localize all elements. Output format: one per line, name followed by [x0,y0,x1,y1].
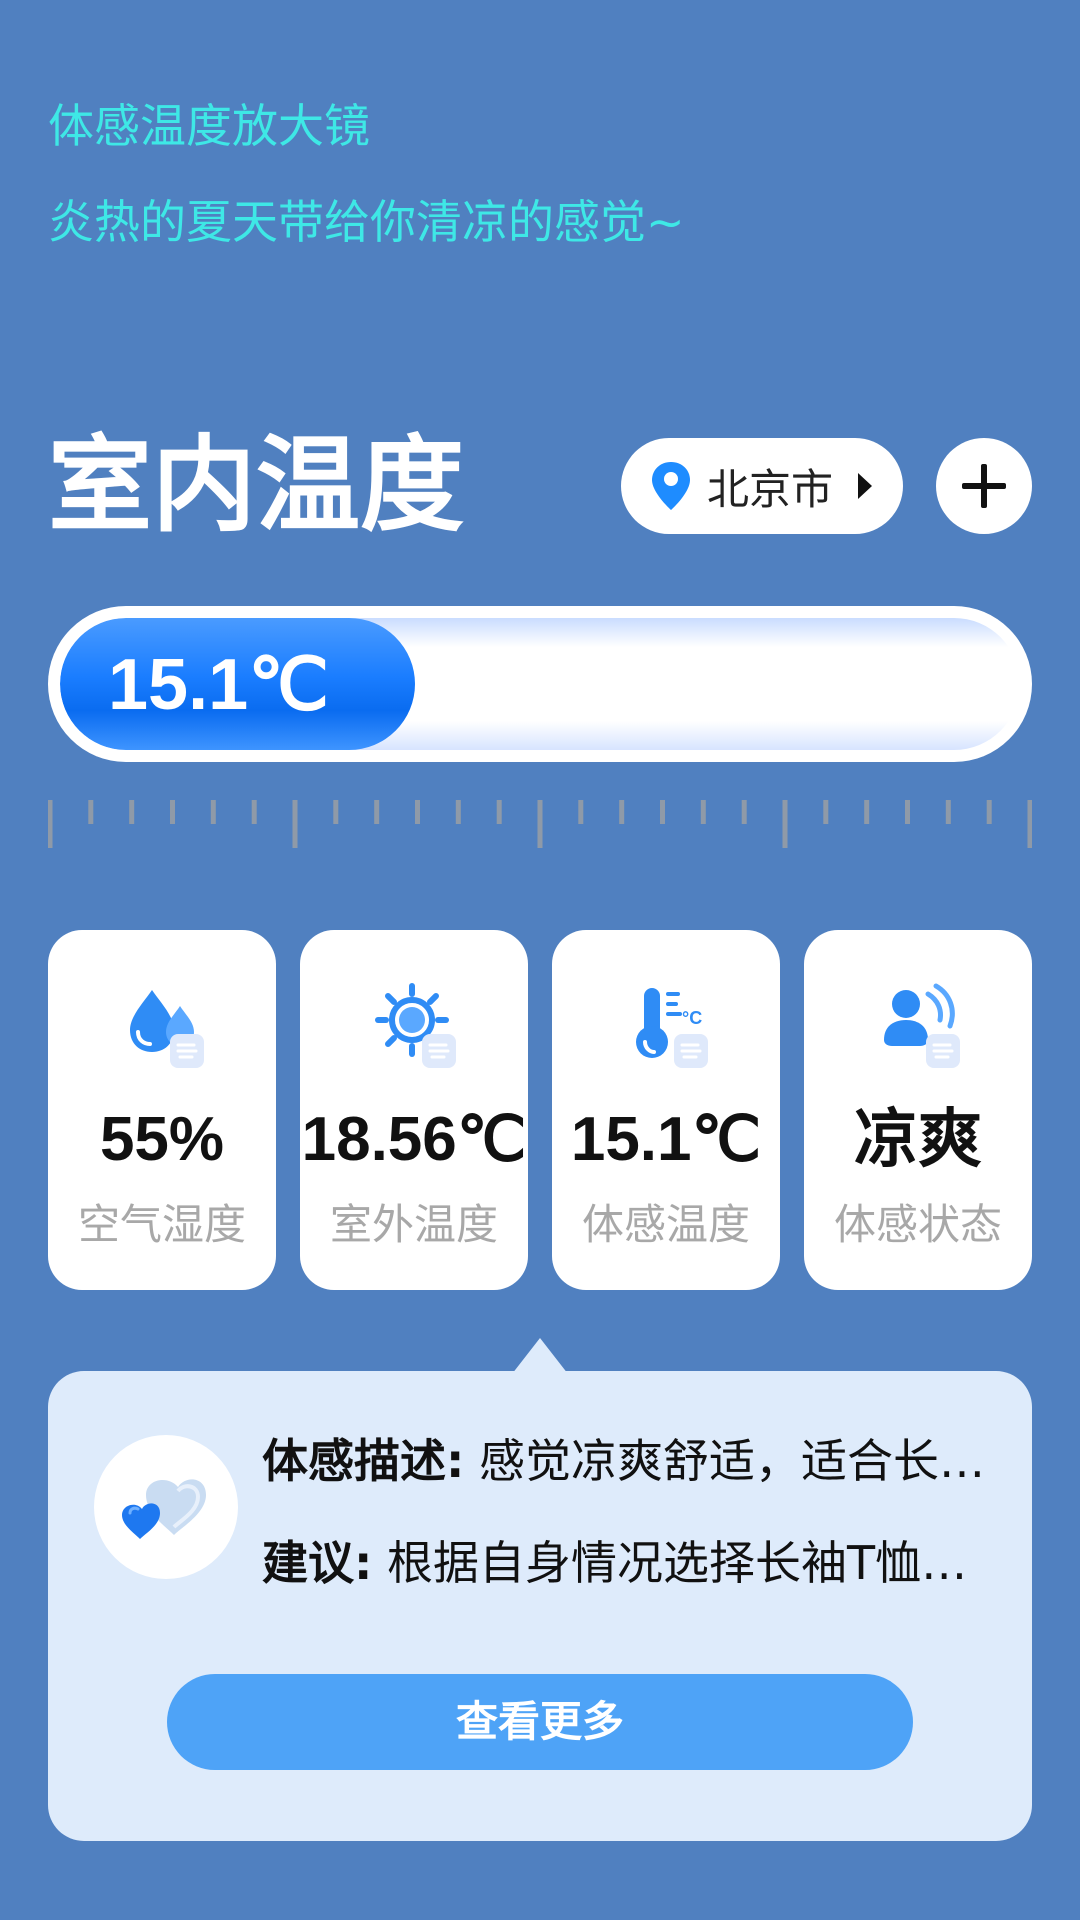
stat-value: 18.56℃ [301,1105,527,1174]
caret-right-icon [858,473,873,499]
advice-avatar [94,1435,238,1579]
humidity-drop-icon [122,982,208,1068]
ruler-minor-tick [660,800,665,824]
suggestion-text: 根据自身情况选择长袖T恤或薄外套 [387,1536,1002,1590]
temperature-track: 15.1℃ [60,618,1020,750]
temperature-ruler [48,800,1032,852]
city-selector[interactable]: 北京市 [621,438,903,534]
ruler-minor-tick [374,800,380,824]
ruler-minor-tick [864,800,870,824]
hero-title: 体感温度放大镜 [48,99,370,153]
ruler-minor-tick [986,800,992,824]
location-pin-icon [652,462,690,510]
stat-label: 空气湿度 [77,1200,246,1249]
ruler-minor-tick [333,800,339,824]
ruler-minor-tick [129,800,135,824]
ruler-minor-tick [619,800,625,824]
ruler-major-tick [782,800,788,848]
stat-value: 15.1℃ [570,1105,762,1174]
thermometer-icon: °C [626,982,712,1068]
city-name: 北京市 [707,464,834,514]
ruler-minor-tick [415,800,420,824]
hearts-icon [122,1479,206,1539]
ruler-minor-tick [251,800,257,824]
temperature-value: 15.1℃ [108,645,329,725]
stat-card-feel-state: 凉爽 体感状态 [804,930,1032,1290]
advice-card: 体感描述: 感觉凉爽舒适，适合长时间外出活动 建议: 根据自身情况选择长袖T恤或… [48,1371,1032,1841]
ruler-major-tick [292,800,298,848]
svg-text:°C: °C [682,1008,702,1028]
add-button[interactable] [936,438,1032,534]
stat-value: 凉爽 [854,1103,982,1177]
ruler-minor-tick [578,800,584,824]
hero-subtitle: 炎热的夏天带给你清凉的感觉~ [48,195,685,249]
stat-card-humidity: 55% 空气湿度 [48,930,276,1290]
stats-row: 55% 空气湿度 18.56℃ 室外温度 °C 15.1℃ 体感温度 凉爽 体感… [48,930,1032,1290]
ruler-minor-tick [210,800,216,824]
ruler-minor-tick [496,800,502,824]
stat-label: 体感温度 [581,1200,750,1249]
section-title: 室内温度 [48,424,465,546]
ruler-major-tick [1027,800,1032,848]
ruler-major-tick [537,800,543,848]
person-comfort-icon [878,982,964,1068]
ruler-minor-tick [945,800,951,824]
suggestion-label: 建议: [262,1536,373,1590]
stat-card-feels-like: °C 15.1℃ 体感温度 [552,930,780,1290]
view-more-button[interactable]: 查看更多 [167,1674,913,1770]
ruler-minor-tick [741,800,747,824]
temperature-fill: 15.1℃ [60,618,416,750]
temperature-bar: 15.1℃ [48,606,1032,762]
ruler-minor-tick [823,800,829,824]
plus-icon [962,464,1006,508]
ruler-minor-tick [170,800,175,824]
ruler-minor-tick [700,800,706,824]
stat-label: 室外温度 [329,1200,498,1249]
stat-card-outdoor-temp: 18.56℃ 室外温度 [300,930,528,1290]
advice-pointer [512,1338,568,1374]
ruler-major-tick [48,800,53,848]
sun-icon [374,982,460,1068]
feel-description-label: 体感描述: [262,1434,465,1488]
ruler-minor-tick [455,800,461,824]
ruler-minor-tick [88,800,94,824]
ruler-minor-tick [905,800,910,824]
feel-description: 体感描述: 感觉凉爽舒适，适合长时间外出活动 [262,1431,1002,1491]
suggestion: 建议: 根据自身情况选择长袖T恤或薄外套 [262,1533,1002,1593]
stat-label: 体感状态 [833,1200,1002,1249]
stat-value: 55% [99,1105,225,1174]
feel-description-text: 感觉凉爽舒适，适合长时间外出活动 [479,1434,1002,1488]
